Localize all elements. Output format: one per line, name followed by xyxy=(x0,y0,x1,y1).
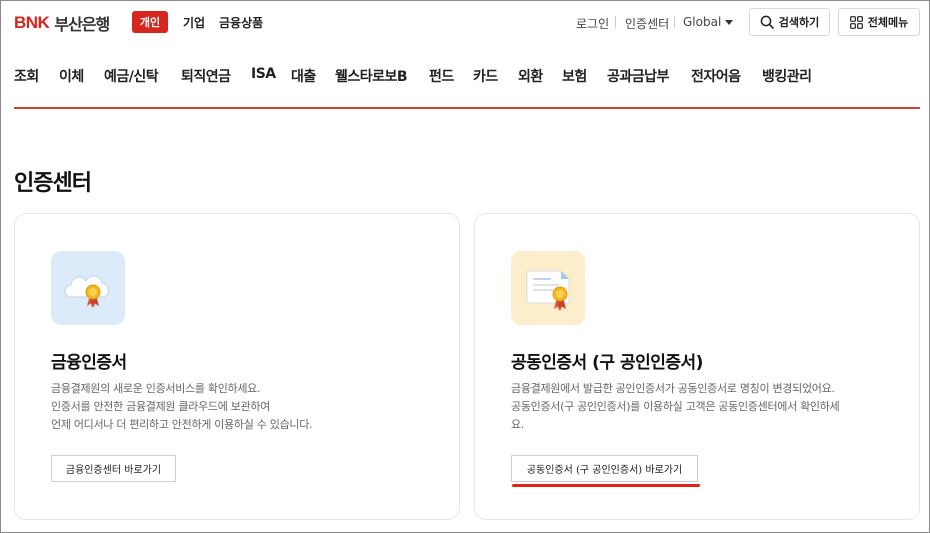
nav-divider xyxy=(14,107,920,109)
top-bar: BNK 부산은행 개인 기업 금융상품 로그인 인증센터 Global 검색하기… xyxy=(1,1,930,45)
nav-loan[interactable]: 대출 xyxy=(291,66,316,86)
search-button-label: 검색하기 xyxy=(778,16,820,29)
language-selector[interactable]: Global xyxy=(683,15,734,29)
logo-mark: BNK xyxy=(14,13,50,32)
main-navigation: 조회 이체 예금/신탁 퇴직연금 ISA 대출 웰스타로보B 펀드 카드 외환 … xyxy=(1,61,930,91)
auth-center-link[interactable]: 인증센터 xyxy=(625,15,669,32)
cloud-certificate-icon xyxy=(51,251,125,325)
card-description-line: 금융결제원의 새로운 인증서비스를 확인하세요. xyxy=(51,382,261,395)
nav-utility-bills[interactable]: 공과금납부 xyxy=(607,66,669,86)
language-label: Global xyxy=(683,15,722,29)
nav-fund[interactable]: 펀드 xyxy=(429,66,454,86)
segment-personal-tab[interactable]: 개인 xyxy=(132,11,168,33)
joint-cert-center-button[interactable]: 공동인증서 (구 공인인증서) 바로가기 xyxy=(511,455,698,482)
nav-transfer[interactable]: 이체 xyxy=(59,66,84,86)
card-title: 금융인증서 xyxy=(51,353,127,373)
card-description-line: 인증서를 안전한 금융결제원 클라우드에 보관하여 xyxy=(51,400,271,413)
page-title: 인증센터 xyxy=(14,171,92,196)
financial-certificate-card: 금융인증서 금융결제원의 새로운 인증서비스를 확인하세요. 인증서를 안전한 … xyxy=(14,213,460,520)
caret-down-icon xyxy=(725,20,734,25)
nav-robo-advisor[interactable]: 웰스타로보B xyxy=(335,66,408,86)
joint-certificate-card: 공동인증서 (구 공인인증서) 금융결제원에서 발급한 공인인증서가 공동인증서… xyxy=(474,213,920,520)
grid-menu-icon xyxy=(849,15,863,29)
all-menu-button[interactable]: 전체메뉴 xyxy=(838,8,920,36)
logo-bank-name: 부산은행 xyxy=(54,15,110,34)
nav-banking-mgmt[interactable]: 뱅킹관리 xyxy=(762,66,812,86)
nav-foreign-exchange[interactable]: 외환 xyxy=(518,66,543,86)
nav-inquiry[interactable]: 조회 xyxy=(14,66,39,86)
segment-business-link[interactable]: 기업 xyxy=(183,14,205,31)
nav-isa[interactable]: ISA xyxy=(251,66,276,82)
card-description-line: 금융결제원에서 발급한 공인인증서가 공동인증서로 명칭이 변경되었어요. xyxy=(511,382,835,395)
nav-card[interactable]: 카드 xyxy=(473,66,498,86)
all-menu-label: 전체메뉴 xyxy=(867,16,909,29)
utility-divider xyxy=(615,16,616,28)
nav-insurance[interactable]: 보험 xyxy=(562,66,587,86)
utility-divider xyxy=(674,16,675,28)
search-button[interactable]: 검색하기 xyxy=(749,8,830,36)
nav-deposit-trust[interactable]: 예금/신탁 xyxy=(104,66,159,86)
card-description: 금융결제원의 새로운 인증서비스를 확인하세요. 인증서를 안전한 금융결제원 … xyxy=(51,380,431,434)
login-link[interactable]: 로그인 xyxy=(576,15,609,32)
nav-e-bill[interactable]: 전자어음 xyxy=(691,66,741,86)
financial-cert-center-button[interactable]: 금융인증센터 바로가기 xyxy=(51,455,176,482)
nav-pension[interactable]: 퇴직연금 xyxy=(181,66,231,86)
search-icon xyxy=(760,15,774,29)
card-description-line: 언제 어디서나 더 편리하고 안전하게 이용하실 수 있습니다. xyxy=(51,418,313,431)
card-title: 공동인증서 (구 공인인증서) xyxy=(511,353,703,373)
highlight-underline xyxy=(512,484,700,487)
card-description-line: 요. xyxy=(511,418,525,431)
bnk-logo[interactable]: BNK 부산은행 xyxy=(14,11,110,35)
card-description-line: 공동인증서(구 공인인증서)를 이용하실 고객은 공동인증센터에서 확인하세 xyxy=(511,400,840,413)
document-certificate-icon xyxy=(511,251,585,325)
financial-products-link[interactable]: 금융상품 xyxy=(219,14,263,31)
card-description: 금융결제원에서 발급한 공인인증서가 공동인증서로 명칭이 변경되었어요. 공동… xyxy=(511,380,896,434)
